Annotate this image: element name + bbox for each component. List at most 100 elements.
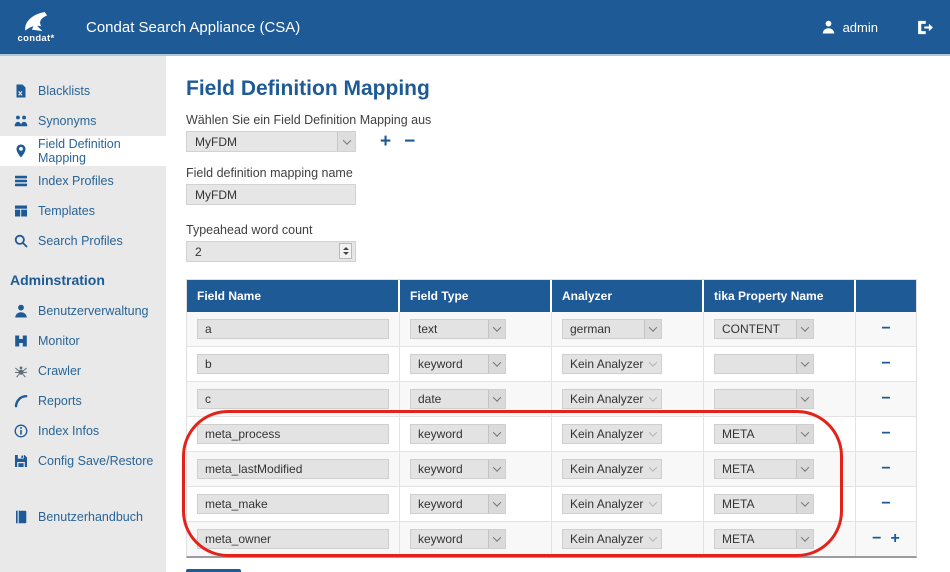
field-name-input[interactable] <box>197 319 389 339</box>
analyzer-select[interactable]: german <box>562 319 662 339</box>
table-row: keyword Kein Analyzer META − <box>187 487 916 522</box>
sidebar-item-label: Index Profiles <box>38 174 114 188</box>
field-type-select[interactable]: keyword <box>410 354 506 374</box>
chevron-down-icon <box>488 425 505 443</box>
sidebar-item-field-definition-mapping[interactable]: Field Definition Mapping <box>0 136 166 166</box>
sidebar-item-reports[interactable]: Reports <box>0 386 166 416</box>
field-name-input[interactable] <box>197 354 389 374</box>
field-type-select[interactable]: keyword <box>410 494 506 514</box>
user-icon <box>821 20 836 34</box>
field-type-select[interactable]: text <box>410 319 506 339</box>
field-name-input[interactable] <box>197 529 389 549</box>
row-actions-cell: − <box>856 417 916 451</box>
chevron-down-icon <box>796 355 813 373</box>
remove-row-button[interactable]: − <box>881 391 890 407</box>
sidebar-item-crawler[interactable]: Crawler <box>0 356 166 386</box>
sidebar-nav-admin: Benutzerverwaltung Monitor Crawler Reports I… <box>0 296 166 476</box>
page-title: Field Definition Mapping <box>186 77 430 100</box>
remove-row-button[interactable]: − <box>881 461 890 477</box>
remove-row-button[interactable]: − <box>881 426 890 442</box>
tika-property-cell <box>704 382 856 416</box>
tika-property-select[interactable]: CONTENT <box>714 319 814 339</box>
sidebar-item-label: Reports <box>38 394 82 408</box>
table-row: date Kein Analyzer − <box>187 382 916 417</box>
tika-property-select[interactable]: META <box>714 494 814 514</box>
app-title: Condat Search Appliance (CSA) <box>86 18 301 36</box>
tika-property-select[interactable] <box>714 389 814 409</box>
field-name-cell <box>187 417 400 451</box>
sidebar-item-index-infos[interactable]: Index Infos <box>0 416 166 446</box>
templates-icon <box>12 204 29 218</box>
chevron-down-icon <box>488 390 505 408</box>
sidebar-item-index-profiles[interactable]: Index Profiles <box>0 166 166 196</box>
logout-icon[interactable] <box>916 20 934 35</box>
field-name-input[interactable] <box>197 389 389 409</box>
field-type-select[interactable]: keyword <box>410 459 506 479</box>
add-row-button[interactable]: + <box>891 531 900 547</box>
chevron-down-icon <box>796 460 813 478</box>
remove-row-button[interactable]: − <box>881 356 890 372</box>
analyzer-select[interactable]: Kein Analyzer <box>562 389 662 409</box>
tika-property-select[interactable] <box>714 354 814 374</box>
tika-property-select[interactable]: META <box>714 424 814 444</box>
remove-row-button[interactable]: − <box>881 496 890 512</box>
user-menu[interactable]: admin <box>821 20 878 35</box>
field-type-select[interactable]: keyword <box>410 424 506 444</box>
typeahead-label: Typeahead word count <box>186 223 313 237</box>
analyzer-select[interactable]: Kein Analyzer <box>562 529 662 549</box>
sidebar-item-config-save-restore[interactable]: Config Save/Restore <box>0 446 166 476</box>
sidebar-item-label: Index Infos <box>38 424 100 438</box>
sidebar-item-benutzerverwaltung[interactable]: Benutzerverwaltung <box>0 296 166 326</box>
remove-row-button[interactable]: − <box>872 531 881 547</box>
sidebar-item-synonyms[interactable]: Synonyms <box>0 106 166 136</box>
add-fdm-button[interactable]: + <box>380 132 391 151</box>
typeahead-count-input[interactable] <box>186 241 356 262</box>
chevron-down-icon <box>645 390 661 408</box>
book-icon <box>12 510 29 524</box>
field-type-cell: text <box>400 312 552 346</box>
condat-swoosh-icon <box>25 12 48 32</box>
sidebar-item-search-profiles[interactable]: Search Profiles <box>0 226 166 256</box>
tika-property-select[interactable]: META <box>714 529 814 549</box>
field-name-cell <box>187 487 400 521</box>
table-row: keyword Kein Analyzer META −+ <box>187 522 916 556</box>
field-type-select-value: date <box>418 392 442 406</box>
analyzer-select[interactable]: Kein Analyzer <box>562 494 662 514</box>
sidebar-item-label: Config Save/Restore <box>38 454 154 468</box>
analyzer-select[interactable]: Kein Analyzer <box>562 424 662 444</box>
sidebar-item-benutzerhandbuch[interactable]: Benutzerhandbuch <box>0 502 166 532</box>
remove-fdm-button[interactable]: − <box>404 132 415 151</box>
field-name-input[interactable] <box>197 494 389 514</box>
field-type-select[interactable]: date <box>410 389 506 409</box>
chevron-down-icon <box>796 530 813 548</box>
number-stepper-icon[interactable] <box>339 243 352 259</box>
analyzer-select-value: Kein Analyzer <box>570 357 644 371</box>
column-header-actions <box>856 280 916 312</box>
row-actions-cell: − <box>856 452 916 486</box>
sidebar-item-templates[interactable]: Templates <box>0 196 166 226</box>
user-icon <box>12 304 29 318</box>
field-type-select-value: keyword <box>418 462 463 476</box>
field-type-select-value: keyword <box>418 427 463 441</box>
field-type-select[interactable]: keyword <box>410 529 506 549</box>
chevron-down-icon <box>488 460 505 478</box>
fdm-name-group: Field definition mapping name <box>186 166 950 205</box>
field-name-input[interactable] <box>197 459 389 479</box>
field-type-cell: keyword <box>400 522 552 556</box>
sidebar-item-monitor[interactable]: Monitor <box>0 326 166 356</box>
fdm-select[interactable]: MyFDM <box>186 131 356 152</box>
tika-property-select[interactable]: META <box>714 459 814 479</box>
condat-logo[interactable]: condat* <box>0 10 72 44</box>
analyzer-select[interactable]: Kein Analyzer <box>562 354 662 374</box>
column-header-field-type: Field Type <box>400 280 552 312</box>
column-header-tika-property-name: tika Property Name <box>704 280 856 312</box>
sidebar-item-blacklists[interactable]: Blacklists <box>0 76 166 106</box>
tika-property-select-value: CONTENT <box>722 322 780 336</box>
analyzer-select[interactable]: Kein Analyzer <box>562 459 662 479</box>
sidebar-nav-manual: Benutzerhandbuch <box>0 502 166 532</box>
field-name-input[interactable] <box>197 424 389 444</box>
tika-property-cell: META <box>704 522 856 556</box>
remove-row-button[interactable]: − <box>881 321 890 337</box>
fdm-name-input[interactable] <box>186 184 356 205</box>
tika-property-select-value: META <box>722 427 755 441</box>
